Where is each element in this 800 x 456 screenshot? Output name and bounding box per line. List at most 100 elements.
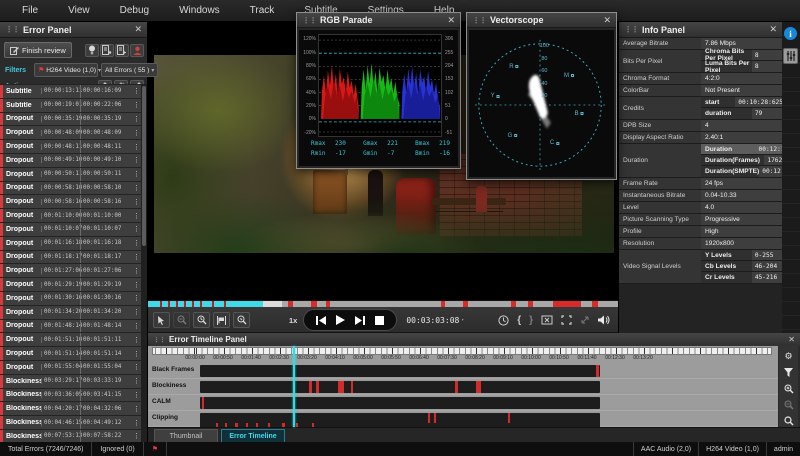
mark-in-icon[interactable]: { [517,315,521,326]
track-filter-dropdown[interactable]: ⚑ H264 Video (1,0) ▾ [34,63,101,77]
error-row[interactable]: Dropout 00:01:10:07 00:01:10:07 ⋮ [0,222,142,236]
info-icon[interactable]: i [784,27,797,40]
next-frame-button[interactable] [355,315,366,325]
search-icon[interactable] [782,415,795,427]
track-bar[interactable] [200,381,600,393]
stop-button[interactable] [375,315,385,325]
error-panel-titlebar[interactable]: ⋮⋮ Error Panel ✕ [0,22,147,38]
error-mark[interactable] [476,381,481,393]
menu-track[interactable]: Track [250,5,275,16]
tab-error-timeline[interactable]: Error Timeline [221,429,285,442]
reviewer-user-icon[interactable] [130,43,144,57]
error-row[interactable]: Dropout 00:01:34:20 00:01:34:20 ⋮ [0,305,142,319]
info-row: Display Aspect Ratio 2.40:1 [619,132,783,144]
error-row[interactable]: Blockiness 00:04:46:15 00:04:49:12 ⋮ [0,416,142,429]
menu-view[interactable]: View [68,5,90,16]
error-row[interactable]: Dropout 00:00:58:10 00:00:58:10 ⋮ [0,181,142,195]
info-panel-title: Info Panel [642,24,686,35]
track-bar[interactable] [200,397,600,409]
error-row[interactable]: Dropout 00:01:10:00 00:01:10:00 ⋮ [0,209,142,222]
zoom-out-icon[interactable] [782,399,795,411]
playback-speed[interactable]: 1x [289,316,297,325]
error-end-time: 00:03:41:15 [80,388,121,402]
error-row[interactable]: Subtitle 00:00:19:01 00:00:22:06 ⋮ [0,98,142,112]
error-row[interactable]: Dropout 00:01:30:16 00:01:30:16 ⋮ [0,291,142,305]
error-row[interactable]: Dropout 00:01:55:04 00:01:55:04 ⋮ [0,360,142,374]
zoom-in-icon[interactable] [782,382,795,394]
error-start-time: 00:01:34:20 [41,309,82,316]
error-row[interactable]: Dropout 00:01:51:10 00:01:51:11 ⋮ [0,333,142,347]
select-tool-icon[interactable] [153,312,170,328]
error-row[interactable]: Dropout 00:00:48:11 00:00:48:11 ⋮ [0,140,142,153]
error-row[interactable]: Dropout 00:00:50:11 00:00:50:11 ⋮ [0,167,142,181]
info-panel-close-icon[interactable]: ✕ [769,24,777,35]
error-mark[interactable] [596,365,599,377]
error-mark[interactable] [338,381,344,393]
menu-debug[interactable]: Debug [120,5,149,16]
menu-windows[interactable]: Windows [179,5,220,16]
error-mark[interactable] [201,397,204,409]
error-row[interactable]: Blockiness 00:07:53:13 00:07:58:22 ⋮ [0,429,142,442]
error-mark[interactable] [455,381,459,393]
play-button[interactable] [336,315,346,325]
error-start-time: 00:00:50:11 [41,171,82,178]
timecode-display[interactable]: 00:03:03:08 ▸ [406,316,464,325]
error-row[interactable]: Dropout 00:00:49:10 00:00:49:10 ⋮ [0,153,142,167]
error-row[interactable]: Dropout 00:00:58:16 00:00:58:16 ⋮ [0,195,142,209]
zoom-time-icon[interactable] [193,312,210,328]
timeline-close-icon[interactable]: ✕ [788,335,795,344]
error-row[interactable]: Dropout 00:00:35:19 00:00:35:19 ⋮ [0,112,142,126]
video-track-status[interactable]: H264 Video (1,0) [698,442,766,456]
error-row[interactable]: Subtitle 00:00:13:11 00:00:16:09 ⋮ [0,85,142,98]
timeline-body[interactable]: 00:00:00 00:00:50 00:01:40 00:02:30 00:03:20… [148,346,778,427]
finish-review-button[interactable]: Finish review [4,42,72,58]
prev-frame-button[interactable] [316,315,327,325]
error-mark[interactable] [309,381,313,393]
clock-icon[interactable] [498,314,509,326]
pan-zoom-icon[interactable] [233,312,250,328]
error-panel-close-icon[interactable]: ✕ [134,24,142,35]
error-row[interactable]: Dropout 00:01:18:17 00:01:18:17 ⋮ [0,250,142,264]
rgb-parade-close-icon[interactable]: ✕ [447,15,455,26]
timeline-titlebar[interactable]: ⋮⋮ Error Timeline Panel ✕ [148,333,800,346]
error-row[interactable]: Dropout 00:01:51:14 00:01:51:14 ⋮ [0,347,142,360]
error-mark[interactable] [351,381,354,393]
tab-thumbnail[interactable]: Thumbnail [154,429,218,442]
track-bar[interactable] [200,365,600,377]
zoom-out-icon[interactable] [173,312,190,328]
scrollbar-thumb[interactable] [142,86,146,246]
mark-out-icon[interactable]: } [529,315,533,326]
error-row[interactable]: Dropout 00:01:16:18 00:01:16:18 ⋮ [0,236,142,250]
error-list-scrollbar[interactable] [141,84,147,442]
vectorscope-close-icon[interactable]: ✕ [603,15,611,26]
tune-sliders-icon[interactable] [783,48,798,64]
error-filter-dropdown[interactable]: All Errors ( 55 ) ▾ [101,63,159,77]
error-row[interactable]: Dropout 00:00:48:09 00:00:48:09 ⋮ [0,126,142,140]
info-panel-titlebar[interactable]: ⋮⋮ Info Panel ✕ [619,22,782,38]
info-sublabel: Duration [701,144,756,154]
loop-region-icon[interactable] [541,315,553,325]
filter-funnel-icon[interactable] [782,366,795,378]
volume-icon[interactable] [598,315,610,325]
error-row[interactable]: Dropout 00:01:29:19 00:01:29:19 ⋮ [0,278,142,291]
fullscreen-icon[interactable] [561,315,572,325]
timeline-playhead[interactable] [293,346,295,427]
resize-icon[interactable] [580,315,590,325]
error-row[interactable]: Blockiness 00:04:20:17 00:04:32:06 ⋮ [0,402,142,416]
error-row[interactable]: Dropout 00:01:27:06 00:01:27:06 ⋮ [0,264,142,278]
range-marker-icon[interactable] [213,312,230,328]
error-row[interactable]: Blockiness 00:03:36:05 00:03:41:15 ⋮ [0,388,142,402]
error-row[interactable]: Blockiness 00:03:29:17 00:03:33:19 ⋮ [0,374,142,388]
error-row[interactable]: Dropout 00:01:48:14 00:01:48:14 ⋮ [0,319,142,333]
rgb-parade-titlebar[interactable]: ⋮⋮ RGB Parade ✕ [297,13,460,28]
error-list[interactable]: Subtitle 00:00:13:11 00:00:16:09 ⋮ Subtitle 0… [0,84,142,442]
gear-icon[interactable]: ⚙ [782,350,795,362]
timeline-ruler[interactable] [152,347,772,355]
error-mark[interactable] [315,381,319,393]
audio-track-status[interactable]: AAC Audio (2,0) [632,442,698,456]
lamp-icon[interactable] [85,43,99,57]
report-import-icon[interactable] [115,43,129,57]
vectorscope-titlebar[interactable]: ⋮⋮ Vectorscope ✕ [467,13,616,28]
report-export-icon[interactable] [100,43,114,57]
menu-file[interactable]: File [22,5,38,16]
